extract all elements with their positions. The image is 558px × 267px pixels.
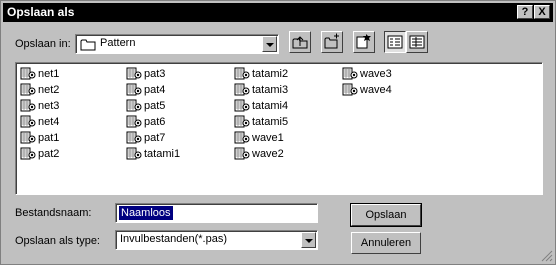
save-as-dialog: Opslaan als ? X Opslaan in: Pattern net1… — [0, 0, 556, 265]
file-name: pat4 — [144, 84, 166, 96]
pattern-file-icon — [126, 99, 142, 112]
pattern-file-icon — [234, 67, 250, 80]
details-view-icon — [409, 35, 425, 49]
file-list[interactable]: net1 net2 net3 net4 pat1 pat2 pat3 pat4 pat5 pat6… — [15, 62, 543, 195]
pattern-file-icon — [20, 147, 36, 160]
pattern-file-icon — [234, 147, 250, 160]
pattern-file-icon — [126, 115, 142, 128]
filetype-label: Opslaan als type: — [15, 235, 100, 247]
pattern-file-icon — [342, 67, 358, 80]
add-favorite-icon — [356, 34, 371, 49]
file-name: net3 — [38, 100, 60, 112]
file-name: tatami2 — [252, 68, 289, 80]
list-view-button[interactable] — [384, 31, 406, 53]
resize-grip-icon[interactable] — [541, 250, 553, 262]
up-one-level-icon — [292, 36, 308, 49]
dialog-title: Opslaan als — [7, 5, 75, 19]
details-view-button[interactable] — [406, 31, 428, 53]
pattern-file-icon — [20, 67, 36, 80]
close-button[interactable]: X — [534, 5, 550, 19]
filename-input[interactable]: Naamloos — [115, 203, 318, 223]
filename-label: Bestandsnaam: — [15, 207, 92, 219]
file-name: pat2 — [38, 148, 60, 160]
new-folder-button[interactable] — [321, 31, 343, 53]
pattern-file-icon — [234, 99, 250, 112]
file-name: wave4 — [360, 84, 392, 96]
pattern-file-icon — [20, 99, 36, 112]
cancel-button[interactable]: Annuleren — [351, 232, 421, 254]
file-name: pat7 — [144, 132, 166, 144]
file-name: wave3 — [360, 68, 392, 80]
file-name: net1 — [38, 68, 60, 80]
lookin-dropdown[interactable]: Pattern — [75, 34, 279, 54]
filetype-dropdown[interactable]: Invulbestanden(*.pas) — [115, 230, 318, 250]
filetype-value: Invulbestanden(*.pas) — [120, 233, 228, 245]
file-name: net4 — [38, 116, 60, 128]
file-name: wave2 — [252, 148, 284, 160]
pattern-file-icon — [342, 83, 358, 96]
lookin-label: Opslaan in: — [15, 38, 71, 50]
file-name: tatami5 — [252, 116, 289, 128]
file-name: tatami4 — [252, 100, 289, 112]
pattern-file-icon — [20, 115, 36, 128]
add-favorite-button[interactable] — [353, 31, 375, 53]
list-view-icon — [387, 35, 403, 49]
up-one-level-button[interactable] — [289, 31, 311, 53]
lookin-folder-name: Pattern — [100, 37, 136, 49]
pattern-file-icon — [126, 147, 142, 160]
help-button[interactable]: ? — [517, 5, 533, 19]
pattern-file-icon — [234, 131, 250, 144]
filetype-dropdown-arrow[interactable] — [301, 232, 316, 248]
pattern-file-icon — [126, 131, 142, 144]
lookin-dropdown-arrow[interactable] — [262, 36, 277, 52]
filename-value: Naamloos — [119, 206, 173, 220]
file-name: pat5 — [144, 100, 166, 112]
save-button[interactable]: Opslaan — [350, 203, 422, 227]
file-name: tatami1 — [144, 148, 181, 160]
pattern-file-icon — [20, 83, 36, 96]
pattern-file-icon — [126, 83, 142, 96]
new-folder-icon — [324, 33, 339, 49]
title-bar[interactable]: Opslaan als ? X — [3, 3, 553, 22]
file-name: wave1 — [252, 132, 284, 144]
file-name: pat1 — [38, 132, 60, 144]
file-name: pat6 — [144, 116, 166, 128]
pattern-file-icon — [234, 83, 250, 96]
file-name: pat3 — [144, 68, 166, 80]
folder-icon — [80, 39, 96, 51]
file-name: tatami3 — [252, 84, 289, 96]
pattern-file-icon — [234, 115, 250, 128]
pattern-file-icon — [20, 131, 36, 144]
file-name: net2 — [38, 84, 60, 96]
pattern-file-icon — [126, 67, 142, 80]
